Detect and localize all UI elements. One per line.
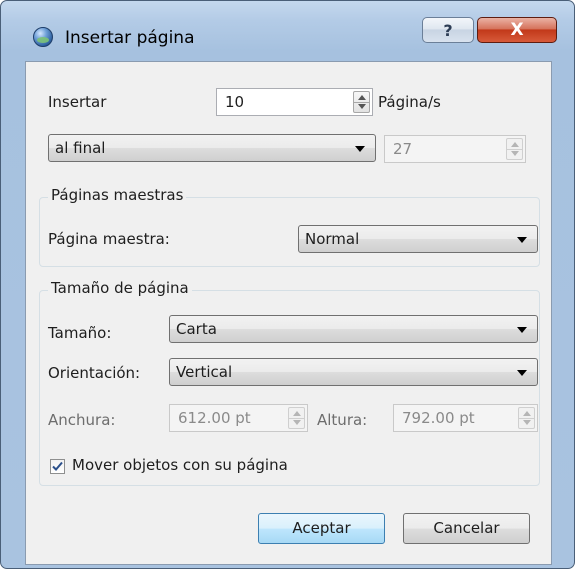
master-pages-group-title: Páginas maestras — [48, 186, 187, 204]
height-stepper — [518, 407, 535, 429]
chevron-down-icon — [355, 146, 365, 152]
title-bar[interactable]: Insertar página ? X — [1, 1, 574, 57]
page-size-dropdown[interactable]: Carta — [169, 315, 538, 343]
close-icon: X — [510, 20, 524, 40]
chevron-down-icon — [517, 370, 527, 376]
pages-unit-label: Página/s — [378, 93, 441, 111]
orientation-value: Vertical — [176, 363, 233, 381]
width-label: Anchura: — [48, 411, 116, 429]
width-spinbox: 612.00 pt — [169, 404, 308, 432]
move-objects-checkbox[interactable] — [50, 459, 65, 474]
insert-count-spinbox[interactable]: 10 — [216, 88, 373, 116]
page-number-stepper — [506, 138, 523, 160]
accept-button[interactable]: Aceptar — [258, 513, 385, 544]
insert-position-dropdown[interactable]: al final — [48, 134, 376, 162]
height-label: Altura: — [317, 411, 368, 429]
insert-count-stepper[interactable] — [353, 91, 370, 113]
size-label: Tamaño: — [48, 324, 112, 342]
insert-label: Insertar — [48, 93, 107, 111]
dialog-body: Insertar 10 Página/s al final 27 Páginas… — [25, 61, 552, 565]
page-size-value: Carta — [176, 320, 217, 338]
width-stepper — [288, 407, 305, 429]
height-spinbox: 792.00 pt — [393, 404, 538, 432]
checkmark-icon — [52, 461, 63, 471]
master-page-value: Normal — [305, 230, 360, 248]
page-number-value: 27 — [393, 140, 413, 158]
insert-page-dialog: Insertar página ? X Insertar 10 Página/s… — [0, 0, 575, 569]
height-value: 792.00 pt — [402, 409, 475, 427]
master-page-label: Página maestra: — [48, 230, 170, 248]
insert-position-value: al final — [55, 139, 106, 157]
master-page-dropdown[interactable]: Normal — [298, 225, 538, 253]
insert-count-value: 10 — [225, 93, 245, 111]
help-button[interactable]: ? — [422, 17, 474, 43]
orientation-label: Orientación: — [48, 364, 141, 382]
close-button[interactable]: X — [477, 17, 557, 43]
orientation-dropdown[interactable]: Vertical — [169, 358, 538, 386]
window-title: Insertar página — [65, 28, 195, 48]
move-objects-label[interactable]: Mover objetos con su página — [72, 456, 288, 474]
cancel-button[interactable]: Cancelar — [403, 513, 530, 544]
app-globe-icon — [33, 27, 53, 47]
page-number-spinbox: 27 — [384, 135, 526, 163]
chevron-down-icon — [517, 327, 527, 333]
page-size-group-title: Tamaño de página — [48, 279, 192, 297]
width-value: 612.00 pt — [178, 409, 251, 427]
chevron-down-icon — [517, 237, 527, 243]
